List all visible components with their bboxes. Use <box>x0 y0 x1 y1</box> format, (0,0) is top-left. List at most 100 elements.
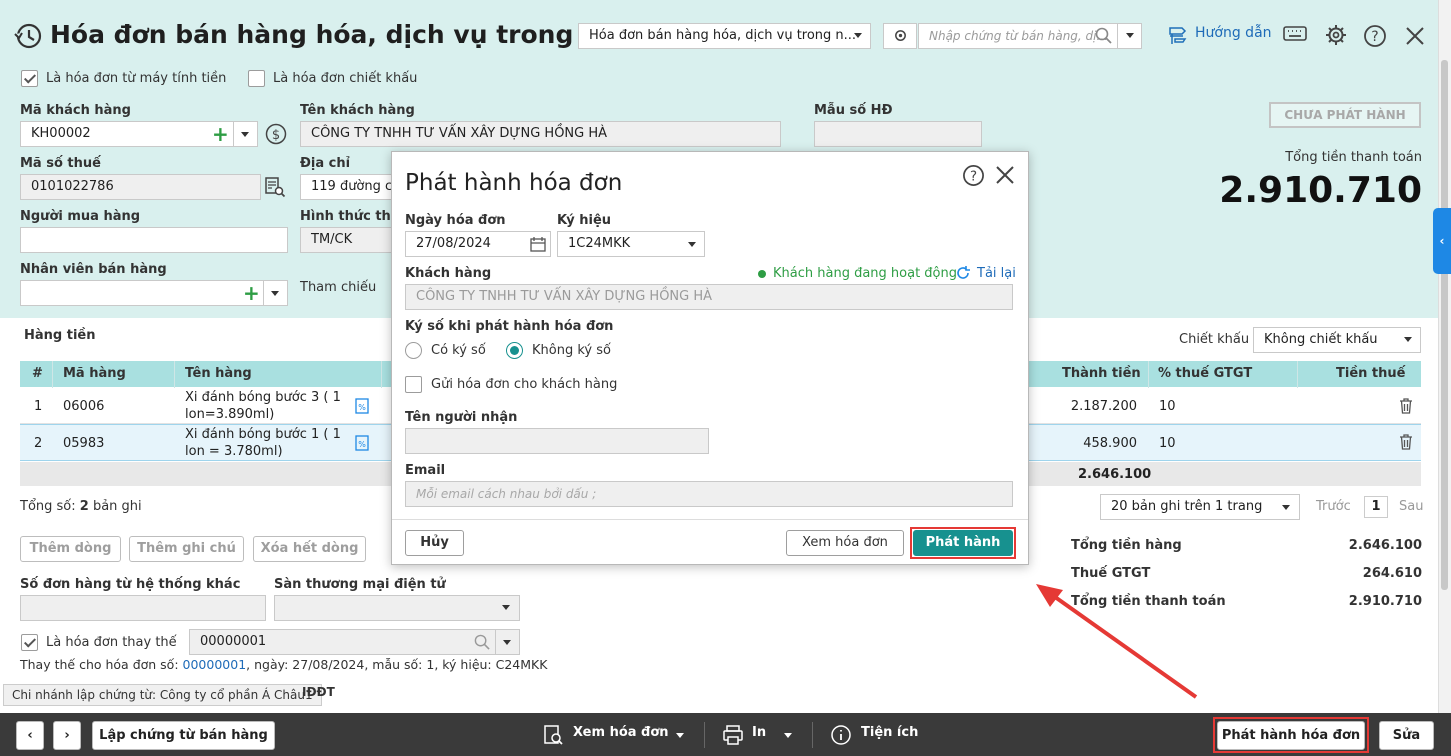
chevron-down-icon <box>271 291 279 296</box>
prev-page-link[interactable]: Trước <box>1316 499 1351 514</box>
voucher-search-input[interactable]: Nhập chứng từ bán hàng, dị... <box>918 23 1118 49</box>
keyboard-icon[interactable] <box>1283 25 1307 45</box>
chevron-down-icon <box>502 605 510 610</box>
guide-link[interactable]: Hướng dẫn <box>1195 25 1272 41</box>
footer-issue-button[interactable]: Phát hành hóa đơn <box>1217 721 1365 750</box>
next-page-link[interactable]: Sau <box>1399 499 1423 514</box>
address-input[interactable]: 119 đường ch <box>300 174 392 200</box>
row-amount: 2.187.200 <box>1070 399 1137 414</box>
tax-lookup-icon[interactable] <box>264 176 286 198</box>
guide-icon[interactable] <box>1167 24 1189 46</box>
footer-print[interactable]: In <box>752 725 766 740</box>
info-icon[interactable] <box>830 724 852 746</box>
clear-rows-button[interactable]: Xóa hết dòng <box>253 536 366 562</box>
create-sales-voucher-button[interactable]: Lập chứng từ bán hàng <box>92 721 275 750</box>
cancel-button[interactable]: Hủy <box>405 530 464 556</box>
view-invoice-button[interactable]: Xem hóa đơn <box>786 530 904 556</box>
replace-invoice-link[interactable]: 00000001 <box>183 657 247 672</box>
payment-input[interactable]: TM/CK <box>300 227 392 253</box>
help-icon[interactable]: ? <box>1363 24 1387 48</box>
customer-code-label: Mã khách hàng <box>20 103 131 118</box>
tax-code-label: Mã số thuế <box>20 156 101 171</box>
chevron-down-icon <box>1404 337 1412 342</box>
sign-no-radio[interactable] <box>506 342 523 359</box>
modal-customer-value: CÔNG TY TNHH TƯ VẤN XÂY DỰNG HỒNG HÀ <box>416 289 713 304</box>
add-row-button[interactable]: Thêm dòng <box>20 536 121 562</box>
sign-yes-radio[interactable] <box>405 342 422 359</box>
invoice-type-select[interactable]: Hóa đơn bán hàng hóa, dịch vụ trong n... <box>578 23 871 49</box>
receiver-label: Tên người nhận <box>405 410 518 425</box>
add-note-button[interactable]: Thêm ghi chú <box>129 536 244 562</box>
footer-utilities[interactable]: Tiện ích <box>861 725 918 740</box>
row-vat-rate: 10 <box>1159 436 1176 451</box>
receiver-input[interactable] <box>405 428 709 454</box>
chevron-down-icon[interactable] <box>676 733 684 738</box>
row-vat-rate: 10 <box>1159 399 1176 414</box>
payment-value: TM/CK <box>311 232 353 247</box>
issue-button[interactable]: Phát hành <box>913 530 1013 556</box>
tax-code-value: 0101022786 <box>31 179 114 194</box>
add-salesperson-icon[interactable]: + <box>243 280 260 306</box>
annotation-arrow <box>1036 584 1198 699</box>
sum-amount: 2.646.100 <box>1078 467 1152 482</box>
row-amount: 458.900 <box>1083 436 1137 451</box>
item-detail-icon[interactable]: % <box>355 398 369 414</box>
replace-invoice-input[interactable]: 00000001 <box>189 629 520 655</box>
scrollbar-thumb[interactable] <box>1441 60 1448 590</box>
close-icon[interactable] <box>1405 26 1425 46</box>
history-icon[interactable] <box>14 22 42 50</box>
chevron-down-icon[interactable] <box>784 733 792 738</box>
ecommerce-select[interactable] <box>274 595 520 621</box>
symbol-select[interactable]: 1C24MKK <box>557 231 705 257</box>
order-no-input[interactable] <box>20 595 266 621</box>
modal-customer-input[interactable]: CÔNG TY TNHH TƯ VẤN XÂY DỰNG HỒNG HÀ <box>405 284 1013 310</box>
template-input[interactable] <box>814 121 982 147</box>
row-no: 1 <box>34 399 43 414</box>
prev-record-button[interactable]: ‹ <box>16 721 44 750</box>
edit-button[interactable]: Sửa <box>1379 721 1434 750</box>
row-name-line1: Xi đánh bóng bước 1 ( 1 <box>185 427 341 442</box>
page-number[interactable]: 1 <box>1364 496 1388 518</box>
help-icon[interactable]: ? <box>962 164 985 187</box>
row-name-line2: lon=3.890ml) <box>185 407 275 422</box>
branch-tooltip: Chi nhánh lập chứng từ: Công ty cổ phần … <box>3 684 322 706</box>
email-label: Email <box>405 463 446 478</box>
address-value: 119 đường ch <box>311 179 392 194</box>
footer-view-invoice[interactable]: Xem hóa đơn <box>573 725 669 740</box>
footer-separator <box>704 722 705 748</box>
tax-code-input[interactable]: 0101022786 <box>20 174 261 200</box>
item-detail-icon[interactable]: % <box>355 435 369 451</box>
goods-total-value: 2.646.100 <box>1348 538 1422 553</box>
send-invoice-label: Gửi hóa đơn cho khách hàng <box>431 377 618 392</box>
chevron-down-icon <box>503 640 511 645</box>
print-icon[interactable] <box>722 724 744 746</box>
cash-register-checkbox[interactable] <box>21 70 38 87</box>
add-customer-icon[interactable]: + <box>212 121 229 147</box>
currency-icon[interactable]: $ <box>265 123 287 145</box>
settings-icon[interactable] <box>1324 23 1348 47</box>
discount-invoice-checkbox[interactable] <box>248 70 265 87</box>
customer-name-input[interactable]: CÔNG TY TNHH TƯ VẤN XÂY DỰNG HỒNG HÀ <box>300 121 781 147</box>
search-icon[interactable] <box>1095 27 1112 44</box>
close-icon[interactable] <box>995 165 1015 185</box>
email-input[interactable]: Mỗi email cách nhau bởi dấu ; <box>405 481 1013 507</box>
next-record-button[interactable]: › <box>53 721 81 750</box>
discount-select[interactable]: Không chiết khấu <box>1253 327 1421 353</box>
buyer-input[interactable] <box>20 227 288 253</box>
trash-icon[interactable] <box>1398 433 1414 450</box>
view-invoice-icon[interactable] <box>542 724 564 746</box>
dialog-title: Phát hành hóa đơn <box>405 170 623 196</box>
row-name-line1: Xi đánh bóng bước 3 ( 1 <box>185 390 341 405</box>
total-payment-label: Tổng tiền thanh toán <box>1285 150 1422 165</box>
reload-link[interactable]: Tải lại <box>977 266 1016 281</box>
calendar-icon[interactable] <box>530 236 546 252</box>
trash-icon[interactable] <box>1398 397 1414 414</box>
row-name-line2: lon = 3.780ml) <box>185 444 283 459</box>
send-invoice-checkbox[interactable] <box>405 376 422 393</box>
items-section-title: Hàng tiền <box>24 328 96 343</box>
search-icon[interactable] <box>474 634 490 650</box>
side-collapse-tab[interactable]: ‹ <box>1433 208 1451 274</box>
reload-icon[interactable] <box>955 265 971 281</box>
page-size-select[interactable]: 20 bản ghi trên 1 trang <box>1100 494 1300 520</box>
replace-invoice-checkbox[interactable] <box>21 634 38 651</box>
